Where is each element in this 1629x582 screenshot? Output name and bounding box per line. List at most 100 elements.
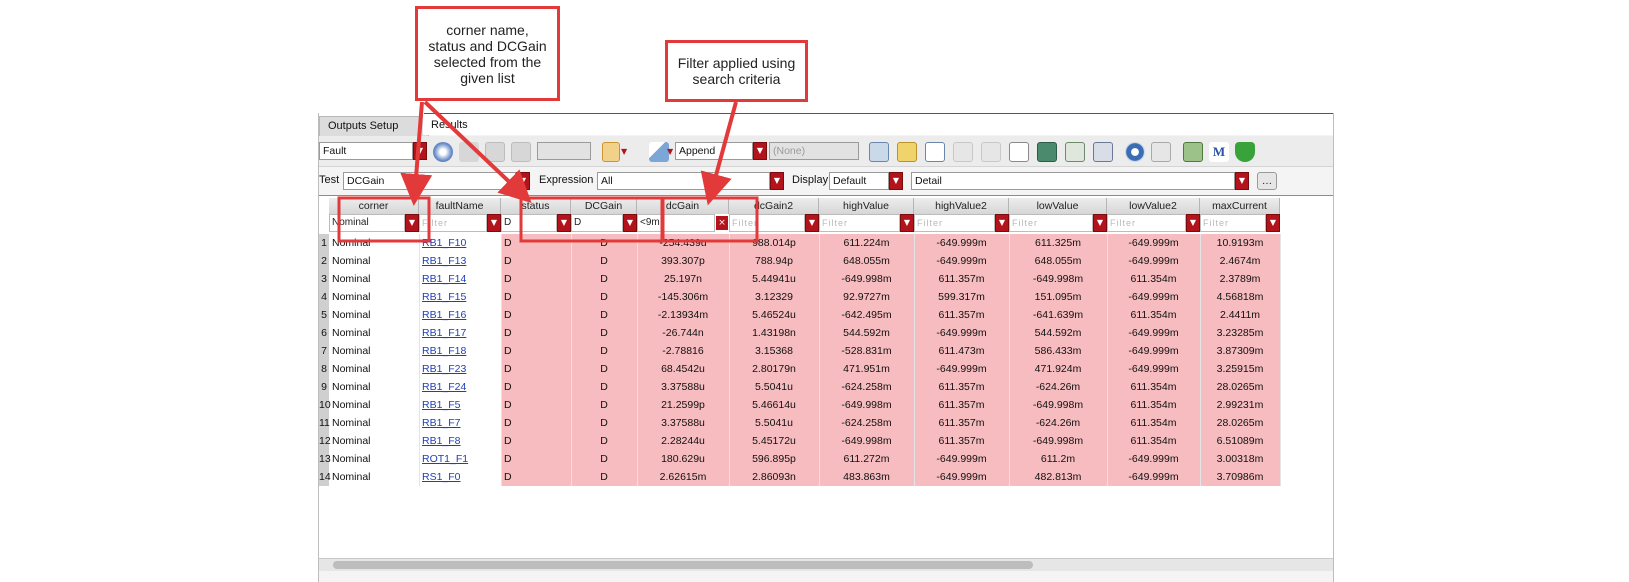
row-number: 9 (319, 378, 329, 396)
filter-dcgain[interactable]: D (571, 214, 623, 232)
filter-dropdown-button[interactable]: ▼ (900, 214, 914, 232)
filter-dropdown-button[interactable]: ▼ (405, 214, 419, 232)
clear-filter-icon[interactable]: × (716, 216, 728, 230)
column-header-corner[interactable]: corner (329, 198, 419, 214)
column-header-lowvalue2[interactable]: lowValue2 (1107, 198, 1200, 214)
tab-outputs-setup[interactable]: Outputs Setup (319, 116, 429, 136)
display-dropdown-button[interactable]: ▼ (889, 172, 903, 190)
column-header-maxcurrent[interactable]: maxCurrent (1200, 198, 1280, 214)
fault-name-link[interactable]: ROT1_F1 (419, 450, 501, 468)
filter-dropdown-button[interactable]: ▼ (995, 214, 1009, 232)
fault-name-link[interactable]: RB1_F7 (419, 414, 501, 432)
table-cell-lowvalue2: 611.354m (1130, 273, 1177, 285)
tab-results[interactable]: Results (423, 116, 515, 135)
filter-dropdown-button[interactable]: ▼ (487, 214, 501, 232)
filter-dropdown-button[interactable]: ▼ (1266, 214, 1280, 232)
spreadsheet-icon[interactable] (1183, 142, 1203, 162)
chevron-down-icon[interactable]: ▼ (621, 142, 629, 162)
matlab-icon[interactable]: M (1209, 142, 1229, 162)
row-number: 13 (319, 450, 331, 468)
table-cell-dcgain2: 5.5041u (755, 417, 793, 429)
filter-dropdown-button[interactable]: ▼ (1093, 214, 1107, 232)
column-header-lowvalue[interactable]: lowValue (1009, 198, 1107, 214)
horizontal-scrollbar[interactable] (319, 558, 1333, 571)
filter-dropdown-button[interactable]: ▼ (805, 214, 819, 232)
filter-highvalue[interactable]: Filter (819, 214, 900, 232)
pen-icon[interactable] (649, 142, 669, 162)
filter-dcgain2[interactable]: Filter (729, 214, 805, 232)
filter-dropdown-button[interactable]: ▼ (557, 214, 571, 232)
table-cell-dcgain: D (600, 471, 608, 483)
filter-dropdown-button[interactable]: ▼ (1186, 214, 1200, 232)
view-select[interactable]: Fault (319, 142, 413, 160)
message-icon[interactable] (602, 142, 620, 162)
fault-name-link[interactable]: RB1_F15 (419, 288, 501, 306)
edit-icon[interactable] (897, 142, 917, 162)
table-cell-highvalue2: 611.357m (938, 399, 985, 411)
globe-icon[interactable] (433, 142, 453, 162)
fault-name-link[interactable]: RS1_F0 (419, 468, 501, 486)
chevron-down-icon[interactable]: ▼ (667, 142, 675, 162)
filter-highvalue2[interactable]: Filter (914, 214, 995, 232)
table-cell-lowvalue2: 611.354m (1130, 435, 1177, 447)
test-select[interactable]: DCGain (343, 172, 516, 190)
fault-name-link[interactable]: RB1_F13 (419, 252, 501, 270)
table-cell-highvalue2: 599.317m (938, 291, 985, 303)
filter-status[interactable]: D (501, 214, 557, 232)
target-icon[interactable] (1125, 142, 1145, 162)
fault-name-link[interactable]: RB1_F23 (419, 360, 501, 378)
column-header-dcgain[interactable]: dcGain (637, 198, 729, 214)
column-header-dcgain[interactable]: DCGain (571, 198, 637, 214)
fault-name-link[interactable]: RB1_F17 (419, 324, 501, 342)
filter-dropdown-button[interactable]: ▼ (623, 214, 637, 232)
test-dropdown-button[interactable]: ▼ (516, 172, 530, 190)
zoom-icon[interactable] (485, 142, 505, 162)
column-header-highvalue2[interactable]: highValue2 (914, 198, 1009, 214)
filter-maxcurrent[interactable]: Filter (1200, 214, 1266, 232)
detail-dropdown-button[interactable]: ▼ (1235, 172, 1249, 190)
expression-dropdown-button[interactable]: ▼ (770, 172, 784, 190)
table-cell-maxcurrent: 2.4411m (1219, 309, 1261, 321)
view-dropdown-button[interactable]: ▼ (413, 142, 427, 160)
filter-fault[interactable]: Filter (419, 214, 487, 232)
display-select[interactable]: Default (829, 172, 889, 190)
fault-name-link[interactable]: RB1_F24 (419, 378, 501, 396)
filter-lowvalue2[interactable]: Filter (1107, 214, 1186, 232)
table-cell-dcgain2: 5.46524u (752, 309, 796, 321)
fault-name-link[interactable]: RB1_F8 (419, 432, 501, 450)
database-icon[interactable] (1093, 142, 1113, 162)
filter-dcgain[interactable]: <9m (637, 214, 715, 232)
table-cell-highvalue: 92.9727m (843, 291, 890, 303)
fault-name-link[interactable]: RB1_F14 (419, 270, 501, 288)
compare-icon[interactable] (981, 142, 1001, 162)
row-number: 3 (319, 270, 329, 288)
column-header-faultname[interactable]: faultName (419, 198, 501, 214)
expression-label: Expression (539, 174, 594, 186)
column-header-dcgain2[interactable]: dcGain2 (729, 198, 819, 214)
select-icon[interactable] (511, 142, 531, 162)
append-dropdown-button[interactable]: ▼ (753, 142, 767, 160)
fault-name-link[interactable]: RB1_F5 (419, 396, 501, 414)
expression-select[interactable]: All (597, 172, 770, 190)
detail-select[interactable]: Detail (911, 172, 1235, 190)
fault-name-link[interactable]: RB1_F18 (419, 342, 501, 360)
append-select[interactable]: Append (675, 142, 753, 160)
table-cell-corner: Nominal (332, 417, 371, 429)
fault-name-link[interactable]: RB1_F16 (419, 306, 501, 324)
checklist-icon[interactable] (925, 142, 945, 162)
fault-name-link[interactable]: RB1_F10 (419, 234, 501, 252)
more-options-button[interactable]: … (1257, 172, 1277, 190)
callout-line: selected from the (433, 53, 542, 70)
document-icon[interactable] (1009, 142, 1029, 162)
monitor-icon[interactable] (1037, 142, 1057, 162)
filter-corner[interactable]: Nominal (329, 214, 405, 232)
scrollbar-thumb[interactable] (333, 561, 1033, 569)
table-icon[interactable] (869, 142, 889, 162)
network-icon[interactable] (1151, 142, 1171, 162)
shield-check-icon[interactable] (1235, 142, 1255, 162)
column-header-status[interactable]: status (501, 198, 571, 214)
delete-icon[interactable] (953, 142, 973, 162)
filter-lowvalue[interactable]: Filter (1009, 214, 1093, 232)
column-header-highvalue[interactable]: highValue (819, 198, 914, 214)
export-icon[interactable] (1065, 142, 1085, 162)
